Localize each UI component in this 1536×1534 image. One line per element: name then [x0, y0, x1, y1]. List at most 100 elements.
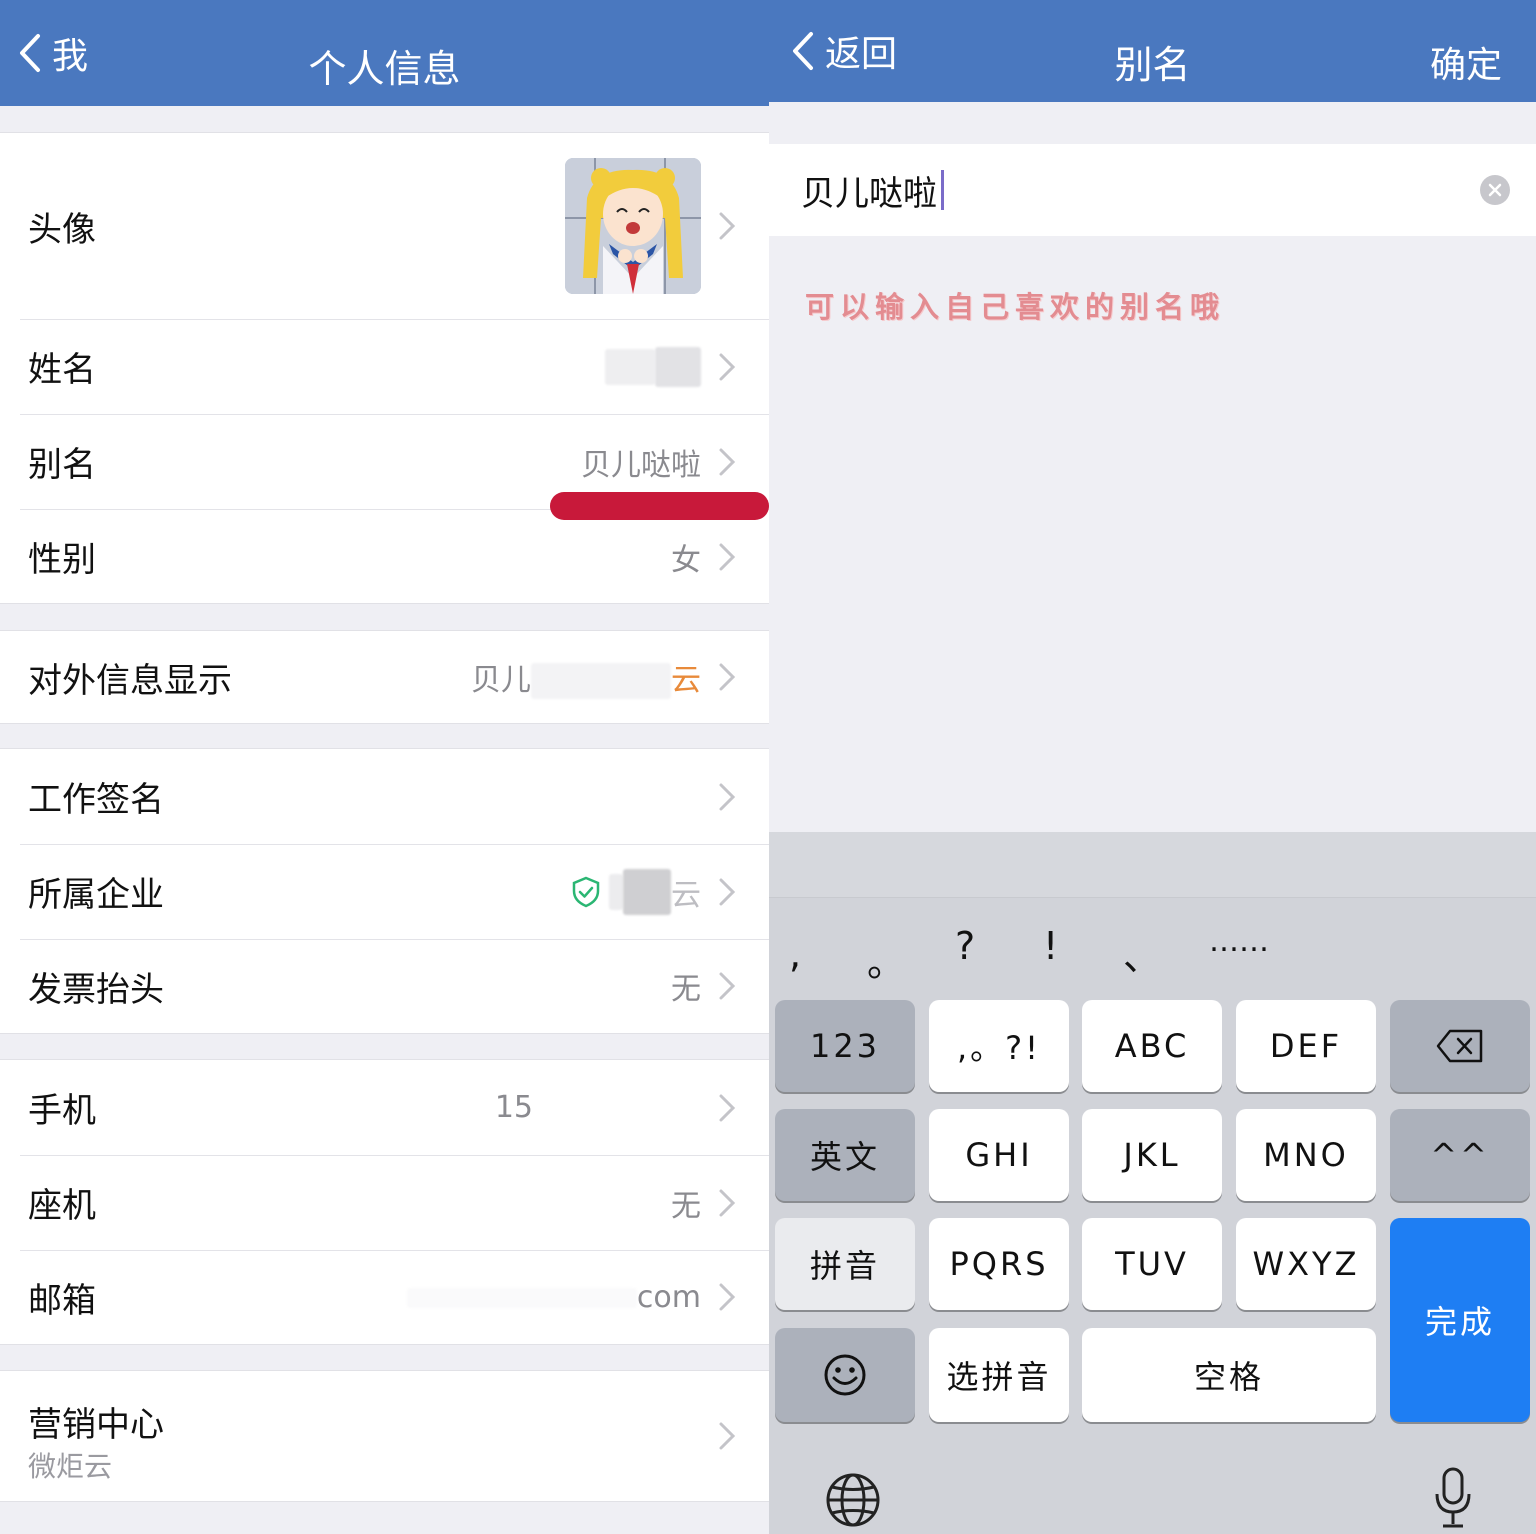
external-info-group: 对外信息显示 贝儿 云 [0, 630, 769, 724]
punct-exclaim[interactable]: ! [1043, 924, 1058, 968]
confirm-button[interactable]: 确定 [1430, 36, 1502, 88]
key-tuv[interactable]: TUV [1082, 1218, 1222, 1310]
highlight-underline [550, 492, 769, 520]
punct-period[interactable]: 。 [867, 932, 905, 987]
row-label: 工作签名 [28, 780, 164, 820]
row-label: 头像 [28, 209, 96, 250]
row-company[interactable]: 所属企业 云 [0, 844, 769, 939]
dictation-button[interactable] [1433, 1466, 1473, 1534]
text-caret [941, 170, 944, 210]
chevron-right-icon [719, 783, 736, 810]
email-value-text: com [636, 1279, 701, 1315]
row-avatar[interactable]: 头像 [0, 133, 769, 319]
row-label: 营销中心 [28, 1405, 164, 1445]
row-landline[interactable]: 座机 无 [0, 1155, 769, 1250]
backspace-key[interactable] [1390, 1000, 1530, 1092]
key-english[interactable]: 英文 [775, 1109, 915, 1201]
email-value: com [406, 1279, 701, 1315]
row-label: 发票抬头 [28, 969, 164, 1010]
emoji-icon [824, 1354, 866, 1396]
key-123[interactable]: 123 [775, 1000, 915, 1092]
external-value-end: 云 [671, 662, 701, 698]
keyboard: , 。 ? ! 、 …… 123 ,。?! ABC DEF 英文 GHI JKL… [769, 832, 1536, 1534]
row-work-signature[interactable]: 工作签名 [0, 749, 769, 844]
punct-ellipsis[interactable]: …… [1209, 924, 1269, 959]
punctuation-bar: , 。 ? ! 、 …… [769, 914, 1536, 994]
key-def[interactable]: DEF [1236, 1000, 1376, 1092]
punct-dunhao[interactable]: 、 [1123, 926, 1161, 981]
company-value-end: 云 [671, 877, 701, 913]
work-info-group: 工作签名 所属企业 云 发票抬头 无 [0, 748, 769, 1034]
key-ghi[interactable]: GHI [929, 1109, 1069, 1201]
alias-edit-screen: 返回 别名 确定 可以输入自己喜欢的别名哦 , 。 ? ! 、 …… 123 ,… [769, 0, 1536, 1534]
name-value-redacted [605, 346, 701, 387]
profile-nav-bar: 我 个人信息 [0, 0, 769, 106]
alias-input[interactable] [801, 170, 1401, 210]
row-email[interactable]: 邮箱 com [0, 1250, 769, 1344]
row-invoice-title[interactable]: 发票抬头 无 [0, 939, 769, 1033]
chevron-right-icon [719, 1283, 736, 1311]
verified-shield-icon [572, 876, 600, 907]
chevron-right-icon [719, 543, 736, 570]
row-label: 对外信息显示 [28, 660, 232, 701]
mobile-value-text: 15 [494, 1090, 533, 1125]
row-alias[interactable]: 别名 贝儿哒啦 [0, 414, 769, 520]
row-label: 别名 [28, 445, 96, 485]
row-sublabel: 微炬云 [28, 1450, 113, 1483]
row-external-info[interactable]: 对外信息显示 贝儿 云 [0, 631, 769, 723]
row-name[interactable]: 姓名 [0, 319, 769, 414]
key-jkl[interactable]: JKL [1082, 1109, 1222, 1201]
key-punctuation[interactable]: ,。?! [929, 1000, 1069, 1092]
gender-value: 女 [671, 542, 701, 578]
clear-button[interactable] [1480, 175, 1510, 205]
invoice-value: 无 [671, 972, 701, 1007]
basic-info-group: 头像 姓名 别名 贝儿哒啦 性别 女 [0, 132, 769, 604]
clear-icon [1488, 183, 1502, 197]
external-info-value: 贝儿 云 [471, 655, 701, 699]
key-mno[interactable]: MNO [1236, 1109, 1376, 1201]
avatar-image [565, 158, 701, 294]
alias-nav-bar: 返回 别名 确定 [769, 0, 1536, 102]
row-gender[interactable]: 性别 女 [0, 509, 769, 604]
chevron-right-icon [719, 663, 736, 691]
key-emoticon[interactable]: ^^ [1390, 1109, 1530, 1201]
done-key[interactable]: 完成 [1390, 1218, 1530, 1422]
chevron-right-icon [719, 972, 736, 1000]
chevron-right-icon [719, 353, 736, 380]
external-value-start: 贝儿 [471, 662, 531, 698]
row-label: 所属企业 [28, 875, 164, 915]
microphone-icon [1435, 1467, 1471, 1528]
key-pinyin[interactable]: 拼音 [775, 1218, 915, 1310]
page-title: 别名 [1114, 43, 1191, 87]
key-pqrs[interactable]: PQRS [929, 1218, 1069, 1310]
avatar[interactable] [565, 158, 701, 294]
backspace-icon [1436, 1029, 1483, 1063]
alias-value: 贝儿哒啦 [581, 447, 701, 483]
key-abc[interactable]: ABC [1082, 1000, 1222, 1092]
row-marketing-center[interactable]: 营销中心 微炬云 [0, 1371, 769, 1501]
chevron-right-icon [719, 1189, 736, 1216]
punct-question[interactable]: ? [955, 924, 975, 968]
key-select-pinyin[interactable]: 选拼音 [929, 1328, 1069, 1422]
globe-icon [826, 1473, 880, 1527]
profile-screen: 我 个人信息 头像 姓名 别名 贝儿哒啦 性别 女 对外信息显示 贝儿 云 工作… [0, 0, 769, 1534]
mobile-value: 15 [495, 1090, 701, 1125]
row-label: 性别 [28, 540, 96, 580]
row-mobile[interactable]: 手机 15 [0, 1060, 769, 1155]
chevron-right-icon [719, 212, 736, 240]
contact-group: 手机 15 座机 无 邮箱 com [0, 1059, 769, 1345]
landline-value: 无 [671, 1188, 701, 1224]
row-label: 手机 [28, 1091, 96, 1131]
chevron-right-icon [719, 1094, 736, 1121]
emoji-key[interactable] [775, 1328, 915, 1422]
chevron-right-icon [719, 1422, 736, 1450]
hint-text: 可以输入自己喜欢的别名哦 [805, 290, 1226, 324]
company-value: 云 [571, 868, 701, 915]
space-key[interactable]: 空格 [1082, 1328, 1376, 1422]
candidate-bar [769, 832, 1536, 898]
row-label: 邮箱 [28, 1280, 96, 1321]
punct-comma[interactable]: , [789, 932, 801, 976]
key-wxyz[interactable]: WXYZ [1236, 1218, 1376, 1310]
globe-button[interactable] [825, 1472, 881, 1532]
row-label: 姓名 [28, 350, 96, 390]
